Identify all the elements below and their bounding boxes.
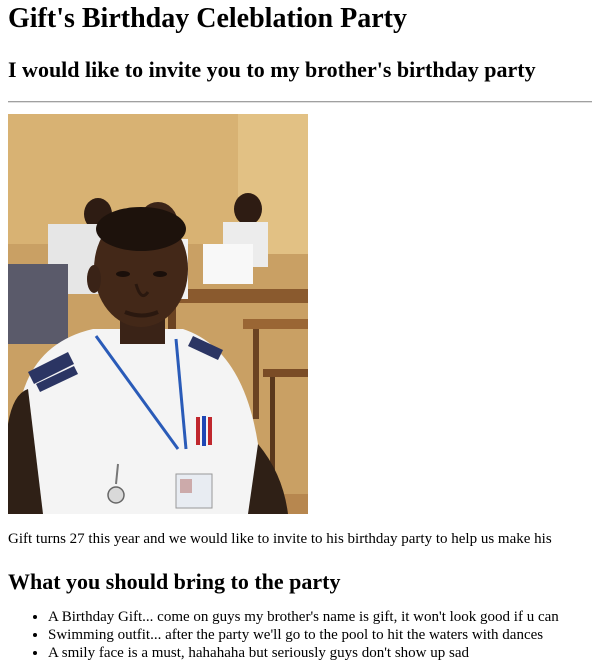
bring-heading: What you should bring to the party: [8, 569, 341, 594]
invite-heading: I would like to invite you to my brother…: [8, 57, 536, 82]
intro-paragraph: Gift turns 27 this year and we would lik…: [8, 531, 552, 547]
list-item: A Birthday Gift... come on guys my broth…: [48, 608, 592, 626]
list-item: A smily face is a must, hahahaha but ser…: [48, 644, 592, 662]
birthday-person-photo: [8, 114, 308, 514]
page-title: Gift's Birthday Celeblation Party: [8, 3, 407, 34]
divider: [8, 101, 592, 103]
list-item: Swimming outfit... after the party we'll…: [48, 626, 592, 644]
bring-list: A Birthday Gift... come on guys my broth…: [8, 608, 592, 662]
